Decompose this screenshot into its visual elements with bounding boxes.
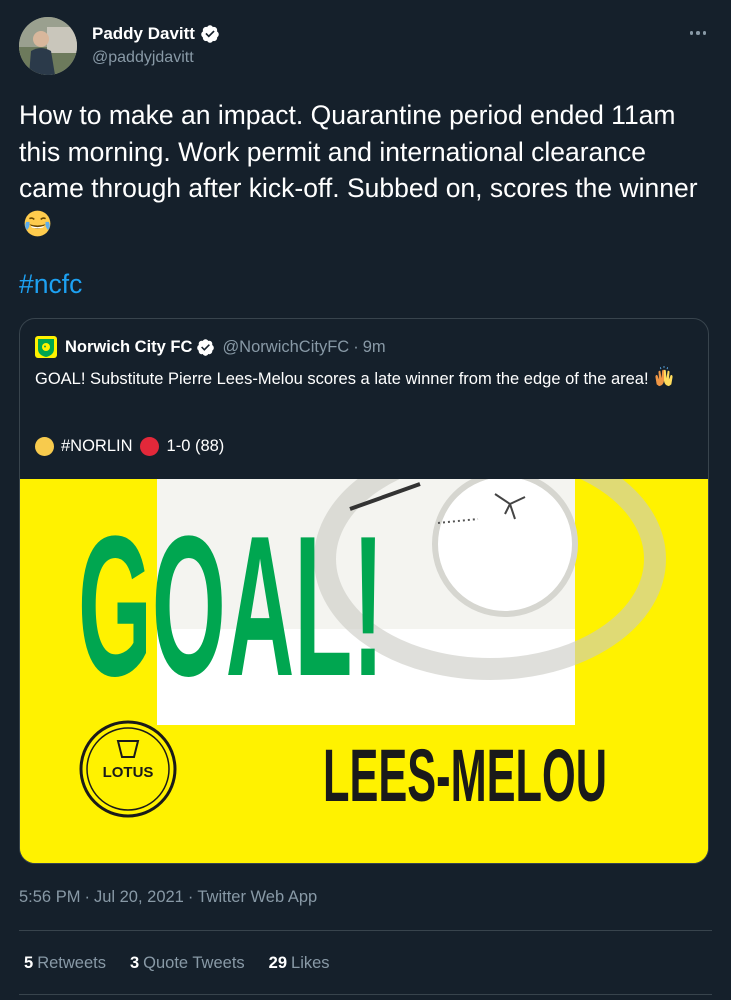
quoted-handle: @NorwichCityFC (222, 337, 350, 356)
separator-dot: · (353, 337, 359, 356)
separator-dot: · (187, 888, 194, 906)
yellow-circle-icon (35, 437, 54, 456)
author-display-name[interactable]: Paddy Davitt (92, 24, 195, 44)
tweet-date[interactable]: Jul 20, 2021 (94, 888, 184, 906)
more-options-button[interactable] (684, 25, 712, 41)
quoted-text-content: GOAL! Substitute Pierre Lees-Melou score… (35, 370, 649, 388)
divider (19, 930, 712, 931)
score-value: 1-0 (88) (166, 437, 225, 455)
hashtag-link[interactable]: #ncfc (19, 266, 82, 302)
quoted-display-name: Norwich City FC (65, 337, 193, 356)
score-line: #NORLIN 1-0 (88) (35, 437, 224, 456)
likes-count: 29 (268, 954, 288, 972)
avatar[interactable] (19, 17, 77, 75)
tweet-source[interactable]: Twitter Web App (197, 888, 317, 906)
tweet-text: How to make an impact. Quarantine period… (19, 97, 709, 243)
player-name: LEES-MELOU (323, 734, 607, 817)
sponsor-logo-text: LOTUS (103, 764, 154, 781)
more-dot-icon (702, 31, 707, 35)
quote-tweets-count: 3 (129, 954, 140, 972)
tweet: Paddy Davitt @paddyjdavitt How to make a… (0, 0, 731, 1000)
more-dot-icon (696, 31, 700, 35)
score-hashtag: #NORLIN (61, 437, 133, 455)
likes-stat[interactable]: 29 Likes (269, 954, 330, 973)
divider (19, 994, 712, 995)
retweets-label: Retweets (37, 954, 106, 972)
norwich-city-logo-icon (35, 336, 57, 358)
separator-dot: · (84, 888, 90, 906)
verified-badge-icon (201, 25, 219, 43)
tweet-time[interactable]: 5:56 PM (19, 888, 80, 906)
author-names: Paddy Davitt @paddyjdavitt (92, 22, 220, 67)
timestamp-row: 5:56 PM · Jul 20, 2021 · Twitter Web App (19, 888, 317, 907)
quoted-tweet-header: Norwich City FC @NorwichCityFC · 9m (35, 336, 386, 358)
quoted-time: 9m (362, 337, 386, 356)
author-handle[interactable]: @paddyjdavitt (92, 49, 220, 67)
red-circle-icon (139, 437, 159, 456)
retweets-count: 5 (24, 954, 34, 972)
retweets-stat[interactable]: 5 Retweets (24, 954, 106, 973)
verified-badge-icon (197, 338, 215, 356)
likes-label: Likes (291, 954, 330, 972)
tweet-stats: 5 Retweets 3 Quote Tweets 29 Likes (24, 954, 354, 973)
tweet-header: Paddy Davitt @paddyjdavitt (19, 17, 712, 77)
tweet-text-content: How to make an impact. Quarantine period… (19, 100, 698, 203)
quote-tweets-label: Quote Tweets (143, 954, 245, 972)
raising-hands-emoji-icon (655, 366, 673, 387)
more-dot-icon (689, 31, 694, 35)
quoted-tweet[interactable]: Norwich City FC @NorwichCityFC · 9m GOAL… (19, 318, 709, 864)
goal-graphic-image[interactable]: GOAL! LEES-MELOU LOTUS (20, 479, 708, 863)
tears-of-joy-emoji-icon (24, 210, 51, 236)
goal-headline: GOAL! (78, 495, 384, 718)
quote-tweets-stat[interactable]: 3 Quote Tweets (130, 954, 245, 973)
quoted-tweet-text: GOAL! Substitute Pierre Lees-Melou score… (35, 366, 695, 391)
